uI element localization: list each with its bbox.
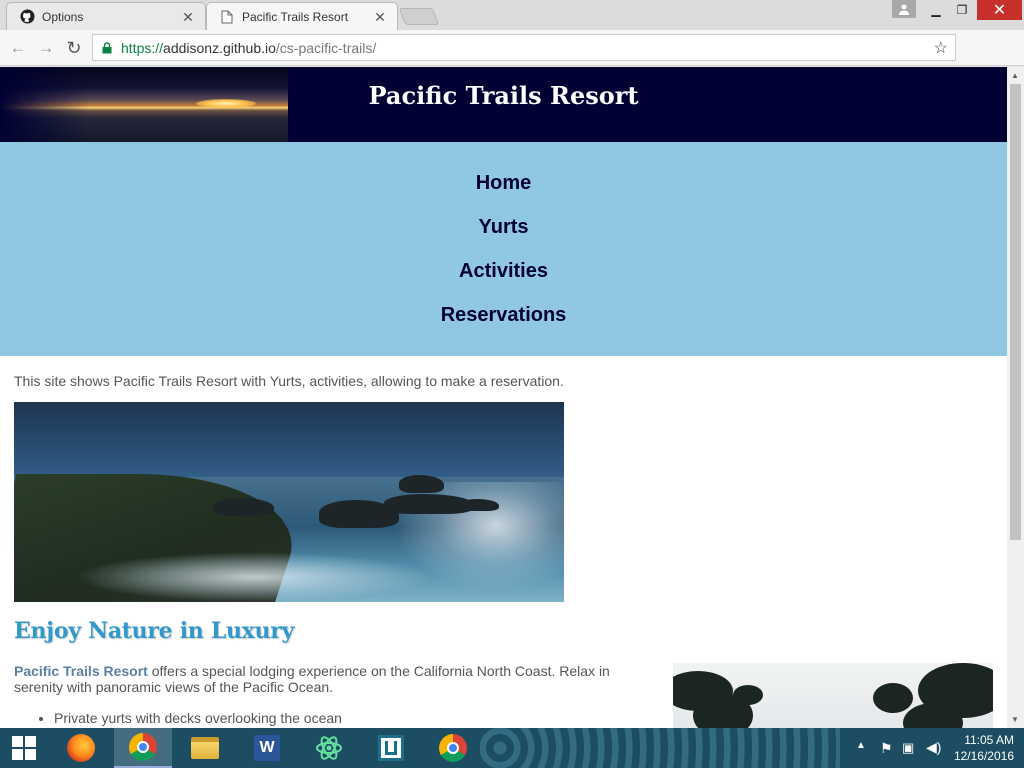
- github-icon: [19, 9, 35, 25]
- close-tab-icon[interactable]: ✕: [373, 10, 387, 24]
- coastline-image: [14, 402, 564, 602]
- close-tab-icon[interactable]: ✕: [181, 10, 195, 24]
- section-heading: Enjoy Nature in Luxury: [14, 618, 294, 644]
- address-bar[interactable]: https://addisonz.github.io/cs-pacific-tr…: [92, 34, 956, 61]
- scroll-up-icon[interactable]: ▲: [1011, 71, 1019, 80]
- page-scrollbar[interactable]: ▲ ▼: [1007, 67, 1024, 728]
- app-icon[interactable]: [362, 728, 420, 768]
- list-item: Private yurts with decks overlooking the…: [54, 710, 342, 726]
- site-title: Pacific Trails Resort: [368, 81, 639, 110]
- surf-graphic: [74, 552, 434, 602]
- page-icon: [219, 9, 235, 25]
- site-header: Pacific Trails Resort: [0, 67, 1007, 142]
- url-scheme: https://: [121, 40, 164, 56]
- word-icon[interactable]: W: [238, 728, 296, 768]
- reload-icon[interactable]: ↻: [64, 38, 84, 58]
- resort-name-strong: Pacific Trails Resort: [14, 663, 148, 679]
- url-text: https://addisonz.github.io/cs-pacific-tr…: [121, 40, 376, 56]
- clock-date[interactable]: 12/16/2016: [944, 749, 1014, 763]
- taskbar-wallpaper-pattern: [480, 728, 840, 768]
- tree-graphic: [733, 685, 763, 705]
- feature-list: Private yurts with decks overlooking the…: [54, 710, 342, 726]
- action-center-flag-icon[interactable]: ⚑: [880, 740, 893, 757]
- scroll-down-icon[interactable]: ▼: [1011, 715, 1019, 724]
- nav-home-link[interactable]: Home: [0, 172, 1007, 195]
- lock-icon: [102, 42, 112, 54]
- browser-toolbar: ← → ↻ https://addisonz.github.io/cs-paci…: [0, 30, 1024, 85]
- network-icon[interactable]: ▣: [902, 740, 914, 756]
- chrome-icon[interactable]: [114, 728, 172, 768]
- windows-start-icon[interactable]: [0, 728, 48, 768]
- restore-icon[interactable]: ❐: [950, 0, 974, 20]
- intro-paragraph: Pacific Trails Resort offers a special l…: [14, 663, 654, 695]
- tab-pacific-trails[interactable]: Pacific Trails Resort ✕: [206, 2, 398, 30]
- rock-graphic: [214, 498, 274, 516]
- main-nav: Home Yurts Activities Reservations: [0, 142, 1007, 356]
- close-window-icon[interactable]: ✕: [977, 0, 1022, 20]
- tab-title: Options: [42, 9, 84, 24]
- url-host: addisonz.github.io: [163, 40, 276, 56]
- tab-title: Pacific Trails Resort: [242, 9, 349, 24]
- minimize-icon[interactable]: ▁: [924, 0, 948, 20]
- rock-graphic: [459, 499, 499, 511]
- forward-arrow-icon[interactable]: →: [36, 38, 56, 58]
- intro-text: This site shows Pacific Trails Resort wi…: [14, 373, 564, 389]
- page-viewport: Pacific Trails Resort Home Yurts Activit…: [0, 67, 1007, 728]
- windows-taskbar: W ▲ ⚑ ▣ ◀) 11:05 AM 12/16/2016: [0, 728, 1024, 768]
- nav-activities-link[interactable]: Activities: [0, 260, 1007, 283]
- back-arrow-icon[interactable]: ←: [8, 38, 28, 58]
- system-tray: ▲ ⚑ ▣ ◀) 11:05 AM 12/16/2016: [844, 728, 1024, 768]
- tree-graphic: [873, 683, 913, 713]
- nav-yurts-link[interactable]: Yurts: [0, 216, 1007, 239]
- atom-icon[interactable]: [300, 728, 358, 768]
- rock-graphic: [399, 475, 444, 493]
- tray-expand-icon[interactable]: ▲: [856, 740, 866, 751]
- scroll-thumb[interactable]: [1010, 84, 1021, 540]
- browser-tab-strip: Options ✕ Pacific Trails Resort ✕ ▁ ❐ ✕: [0, 0, 1024, 30]
- firefox-icon[interactable]: [52, 728, 110, 768]
- url-path: /cs-pacific-trails/: [275, 40, 377, 56]
- profile-icon[interactable]: [892, 0, 916, 18]
- bookmark-star-icon[interactable]: ☆: [934, 38, 948, 58]
- trees-image: [673, 663, 993, 728]
- chrome-icon[interactable]: [424, 728, 482, 768]
- volume-icon[interactable]: ◀): [926, 739, 941, 756]
- nav-reservations-link[interactable]: Reservations: [0, 304, 1007, 327]
- tab-options[interactable]: Options ✕: [6, 2, 206, 30]
- clock-time[interactable]: 11:05 AM: [944, 733, 1014, 747]
- file-explorer-icon[interactable]: [176, 728, 234, 768]
- new-tab-button[interactable]: [398, 8, 440, 25]
